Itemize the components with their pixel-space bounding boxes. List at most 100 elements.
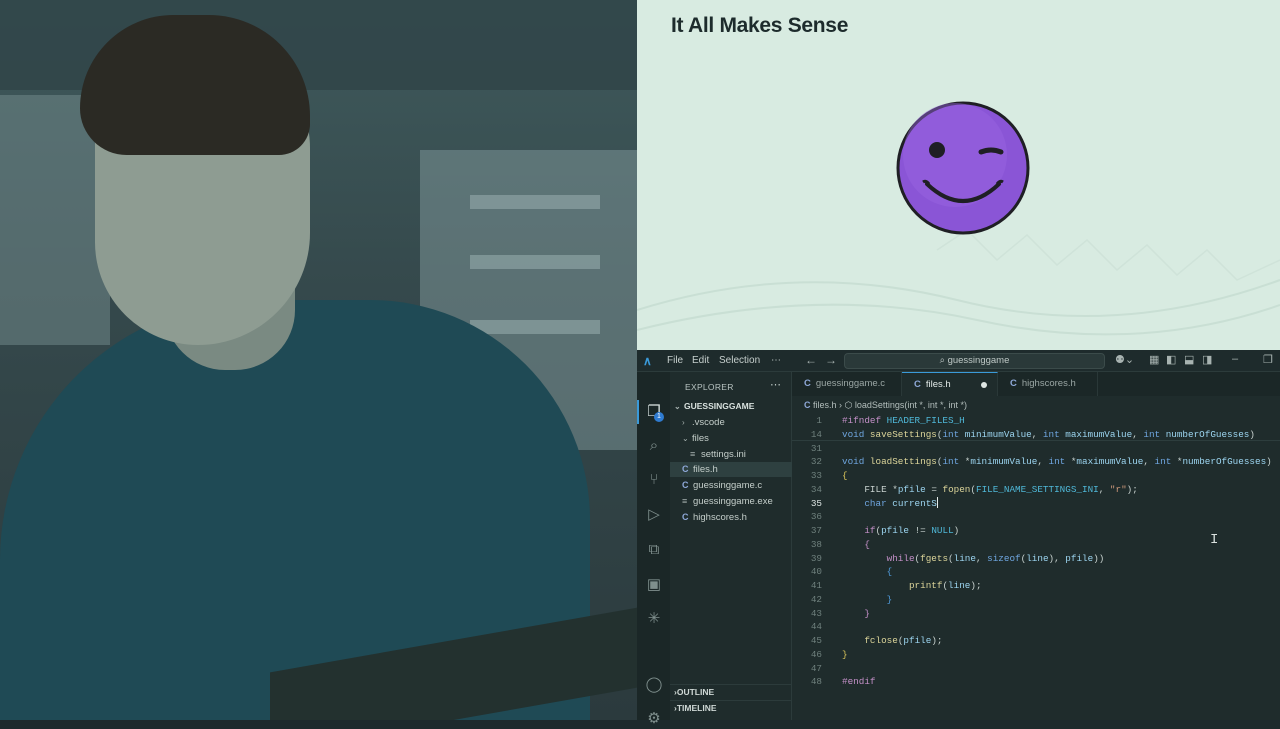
search-icon[interactable]: ⌕ (644, 436, 664, 456)
copilot-icon[interactable]: ⚉⌄ (1115, 353, 1134, 366)
timeline-label: TIMELINE (676, 703, 717, 713)
code-text: } (886, 593, 893, 605)
code-text: fclose(pfile); (864, 635, 943, 646)
menu-more[interactable]: ⋯ (771, 355, 781, 366)
tab-highscores-h[interactable]: Chighscores.h (998, 372, 1098, 396)
back-arrow-icon[interactable]: ← (805, 353, 825, 367)
vscode-window: ∧ File Edit Selection ⋯ ←→ ⌕ guessinggam… (637, 350, 1280, 727)
vscode-logo-icon: ∧ (643, 354, 652, 368)
restore-icon[interactable]: ❐ (1263, 353, 1273, 366)
code-text: { (864, 538, 870, 550)
code-text: char currentS (864, 496, 938, 509)
settings-gear-icon[interactable]: ⚙ (644, 709, 664, 729)
code-line: 44 (792, 620, 1280, 634)
snippets-icon[interactable]: ✳ (644, 609, 664, 629)
explorer-more-button[interactable]: ⋯ (770, 378, 781, 391)
winking-face-icon (896, 101, 1030, 235)
line-number: 34 (810, 483, 822, 495)
tree-file[interactable]: Cguessinggame.c (670, 478, 792, 493)
timeline-section[interactable]: ›TIMELINE (670, 700, 792, 715)
breadcrumb-file[interactable]: files.h (813, 400, 837, 410)
code-text: } (842, 648, 848, 660)
outline-section[interactable]: ›OUTLINE (670, 684, 792, 699)
tree-folder[interactable]: ⌄ files (670, 431, 792, 446)
code-text: while(fgets(line, sizeof(line), pfile)) (886, 552, 1105, 564)
line-number: 38 (810, 538, 822, 550)
menu-file[interactable]: File (667, 355, 683, 366)
code-line: 45 fclose(pfile); (792, 634, 1280, 648)
outline-label: OUTLINE (676, 687, 715, 697)
menu-selection[interactable]: Selection (719, 355, 760, 366)
command-center-search[interactable]: ⌕ guessinggame (844, 353, 1105, 369)
tree-file[interactable]: ≡ guessinggame.exe (670, 494, 792, 509)
chevron-right-icon: › (682, 418, 685, 427)
line-number: 41 (810, 580, 822, 591)
code-line: 48 #endif (792, 675, 1280, 689)
toggle-secondary-sidebar-icon[interactable]: ◨ (1202, 353, 1212, 366)
code-line: 43 } (792, 607, 1280, 621)
line-number: 48 (810, 676, 822, 688)
tab-files-h[interactable]: Cfiles.h (902, 372, 998, 396)
toggle-sidebar-icon[interactable]: ◧ (1166, 353, 1176, 366)
c-file-icon: C (1010, 378, 1017, 389)
minimize-icon[interactable]: – (1232, 353, 1238, 365)
presenter-photo (0, 0, 637, 720)
code-line: 42 } (792, 593, 1280, 607)
source-control-icon[interactable]: ⑂ (644, 470, 664, 490)
tree-file[interactable]: Cfiles.h (670, 462, 792, 478)
tree-item-label: files.h (693, 464, 718, 476)
forward-arrow-icon[interactable]: → (825, 353, 845, 367)
line-number: 45 (810, 635, 822, 646)
tab-guessinggame-c[interactable]: Cguessinggame.c (792, 372, 902, 396)
c-file-icon: C (914, 379, 921, 390)
tab-label: guessinggame.c (815, 378, 886, 389)
c-file-icon: C (682, 480, 689, 491)
editor-area: Cguessinggame.c Cfiles.h Chighscores.h C… (792, 372, 1280, 720)
tree-item-label: .vscode (692, 417, 725, 428)
run-debug-icon[interactable]: ▷ (644, 505, 664, 525)
layout-icon[interactable]: ▦ (1149, 353, 1159, 366)
code-line: 38 { (792, 538, 1280, 552)
tree-file[interactable]: Chighscores.h (670, 510, 792, 525)
toggle-panel-icon[interactable]: ⬓ (1184, 353, 1194, 366)
tab-label: files.h (925, 379, 951, 390)
file-icon: ≡ (682, 496, 688, 506)
tree-item-label: files (692, 432, 709, 444)
tree-file[interactable]: ≡ settings.ini (670, 447, 792, 462)
line-number: 46 (810, 648, 822, 660)
breadcrumb-symbol[interactable]: loadSettings(int *, int *, int *) (855, 400, 967, 410)
code-text: if(pfile != NULL) (864, 525, 960, 536)
remote-explorer-icon[interactable]: ▣ (644, 575, 664, 595)
code-line: 33 { (792, 469, 1280, 483)
cabinet-drawer (470, 255, 600, 269)
line-number: 47 (810, 662, 822, 674)
code-line: 39 while(fgets(line, sizeof(line), pfile… (792, 552, 1280, 566)
c-file-icon: C (804, 378, 811, 389)
code-line: 46} (792, 648, 1280, 662)
line-number: 39 (810, 552, 822, 564)
code-text: void loadSettings(int *minimumValue, int… (842, 456, 1272, 468)
code-line: 41 printf(line); (792, 579, 1280, 593)
tree-folder[interactable]: › .vscode (670, 415, 792, 430)
code-line: 34 FILE *pfile = fopen(FILE_NAME_SETTING… (792, 483, 1280, 497)
explorer-badge: 1 (654, 412, 664, 422)
extensions-icon[interactable]: ⧉ (644, 540, 664, 560)
code-text: { (842, 470, 848, 481)
text-cursor (936, 496, 938, 508)
workspace-root-label: GUESSINGGAME (684, 401, 755, 411)
c-file-icon: C (804, 400, 813, 410)
account-icon[interactable]: ◯ (644, 675, 664, 695)
slide: It All Makes Sense (637, 0, 1280, 350)
code-text: #endif (842, 676, 876, 688)
nav-back-forward[interactable]: ←→ (805, 353, 845, 367)
code-line: 35 char currentS (792, 496, 1280, 511)
chevron-down-icon: ⌄ (682, 433, 689, 443)
workspace-root[interactable]: ⌄ GUESSINGGAME (670, 399, 792, 414)
menu-edit[interactable]: Edit (692, 355, 709, 366)
line-number: 36 (810, 511, 822, 523)
code-line: 32 void loadSettings(int *minimumValue, i… (792, 455, 1280, 469)
unsaved-dot-icon[interactable] (981, 382, 987, 388)
slide-title: It All Makes Sense (671, 14, 849, 37)
code-line: 40 { (792, 565, 1280, 579)
line-number: 35 (810, 497, 822, 509)
